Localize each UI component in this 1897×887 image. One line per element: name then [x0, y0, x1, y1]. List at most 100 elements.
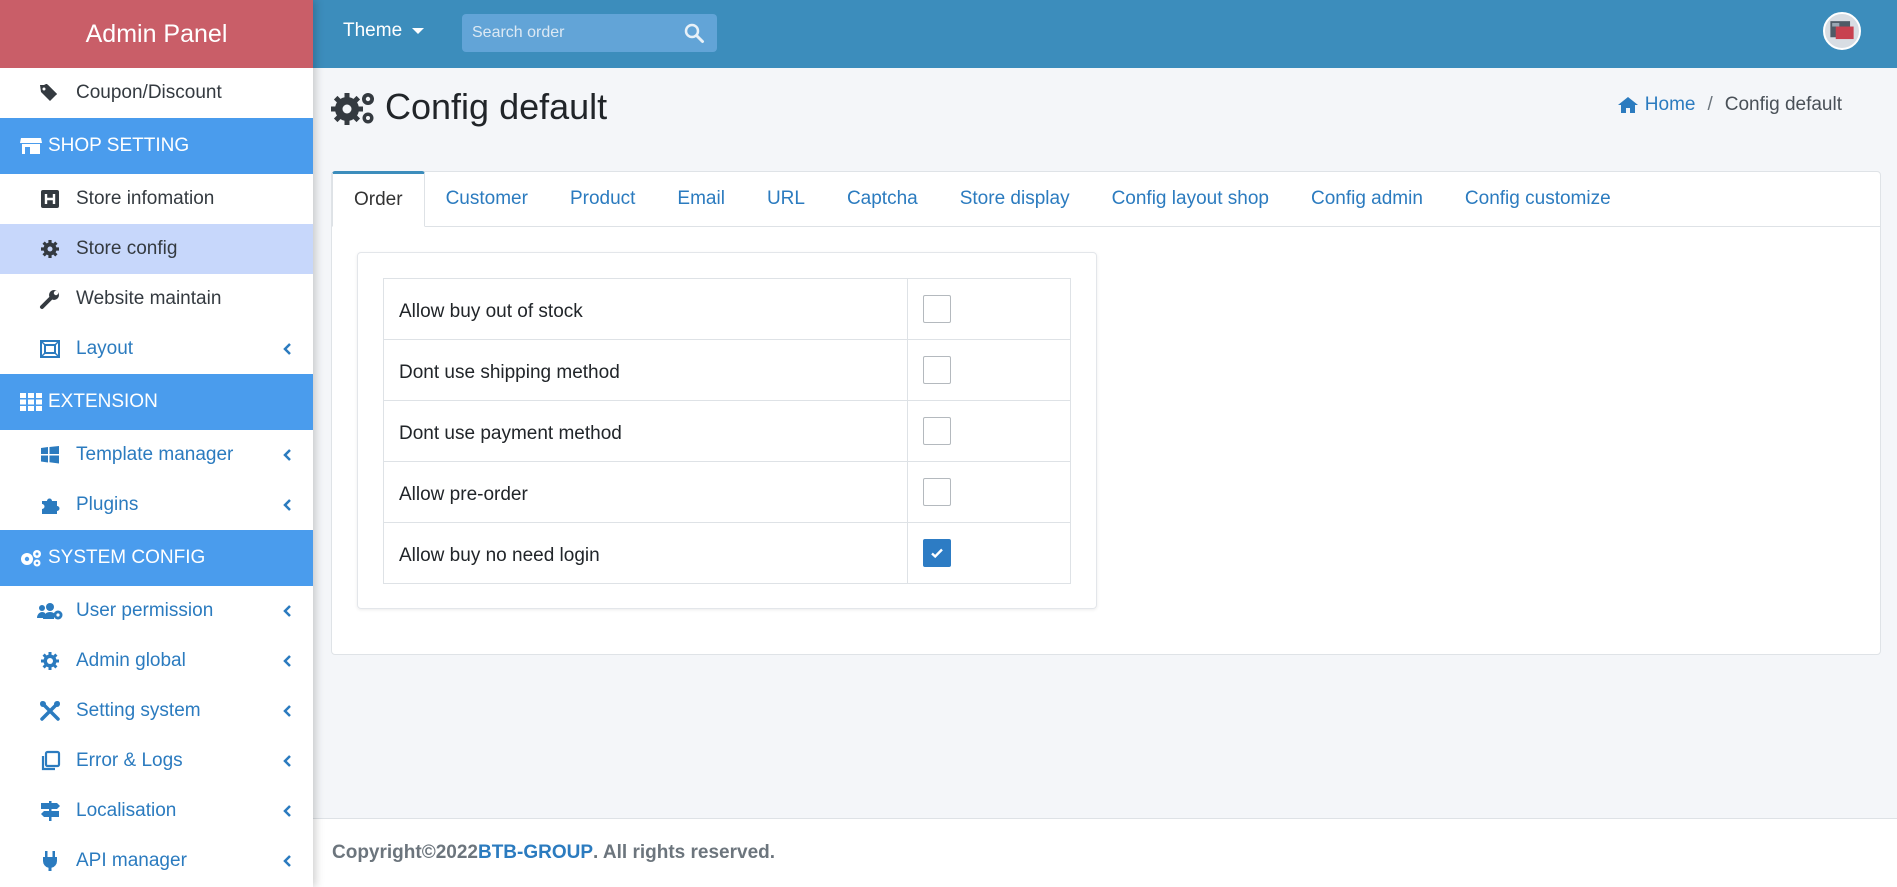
breadcrumb-home-label: Home: [1644, 94, 1696, 115]
sidebar-item-localisation[interactable]: Localisation: [0, 786, 313, 836]
sidebar-item-label: Website maintain: [76, 288, 222, 309]
signs-icon: [36, 799, 64, 823]
tab-captcha[interactable]: Captcha: [826, 171, 939, 226]
sidebar-item-label: API manager: [76, 850, 187, 871]
sidebar-item-admin-global[interactable]: Admin global: [0, 636, 313, 686]
sidebar-item-setting-system[interactable]: Setting system: [0, 686, 313, 736]
table-row: Dont use payment method: [383, 400, 1071, 462]
page-title: Config default: [331, 86, 607, 128]
footer-rights: . All rights reserved.: [593, 842, 776, 863]
chevron-left-icon: [283, 755, 291, 767]
section-header-shop-setting: SHOP SETTING: [0, 118, 313, 174]
tab-customer[interactable]: Customer: [425, 171, 549, 226]
gear-icon: [36, 237, 64, 261]
tab-url[interactable]: URL: [746, 171, 826, 226]
sidebar-item-layout[interactable]: Layout: [0, 324, 313, 374]
search-box: [462, 14, 717, 52]
dont-use-shipping-method-checkbox[interactable]: [923, 356, 951, 384]
sidebar-item-plugins[interactable]: Plugins: [0, 480, 313, 530]
sidebar-item-error-logs[interactable]: Error & Logs: [0, 736, 313, 786]
section-header-extension: EXTENSION: [0, 374, 313, 430]
caret-down-icon: [412, 28, 425, 34]
footer-brand-link[interactable]: BTB-GROUP: [478, 842, 593, 864]
sidebar-item-label: Store config: [76, 238, 178, 259]
brand-title[interactable]: Admin Panel: [0, 0, 313, 68]
tab-config-admin[interactable]: Config admin: [1290, 171, 1444, 226]
sidebar-item-label: Setting system: [76, 700, 201, 721]
chevron-left-icon: [283, 655, 291, 667]
chevron-left-icon: [283, 343, 291, 355]
breadcrumb-current: Config default: [1724, 94, 1842, 115]
windows-icon: [36, 443, 64, 467]
allow-buy-out-of-stock-checkbox[interactable]: [923, 295, 951, 323]
user-avatar[interactable]: [1823, 12, 1861, 50]
section-header-label: EXTENSION: [48, 391, 158, 412]
breadcrumb-separator: /: [1707, 94, 1713, 115]
sidebar-item-store-config[interactable]: Store config: [0, 224, 313, 274]
h-square-icon: [36, 187, 64, 211]
store-icon: [18, 135, 44, 157]
sidebar-item-coupon-discount[interactable]: Coupon/Discount: [0, 68, 313, 118]
search-input[interactable]: [462, 24, 677, 42]
wrench-icon: [36, 287, 64, 311]
section-header-system-config: SYSTEM CONFIG: [0, 530, 313, 586]
dont-use-payment-method-checkbox[interactable]: [923, 417, 951, 445]
sidebar-item-label: Admin global: [76, 650, 186, 671]
breadcrumb-home-link[interactable]: Home: [1617, 94, 1696, 116]
tab-store-display[interactable]: Store display: [939, 171, 1091, 226]
tools-icon: [36, 699, 64, 723]
table-row: Allow pre-order: [383, 461, 1071, 523]
tab-product[interactable]: Product: [549, 171, 656, 226]
cogs-icon: [331, 93, 374, 125]
table-row: Dont use shipping method: [383, 339, 1071, 401]
option-label: Allow buy out of stock: [383, 278, 908, 340]
puzzle-icon: [36, 493, 64, 517]
order-options-table: Allow buy out of stock Dont use shipping…: [383, 278, 1071, 584]
chevron-left-icon: [283, 499, 291, 511]
users-cog-icon: [36, 599, 64, 623]
copy-icon: [36, 749, 64, 773]
option-label: Allow buy no need login: [383, 522, 908, 584]
sidebar-item-label: Layout: [76, 338, 134, 359]
avatar-image: [1830, 21, 1854, 40]
tab-email[interactable]: Email: [656, 171, 746, 226]
sidebar-item-store-infomation[interactable]: Store infomation: [0, 174, 313, 224]
sidebar-item-api-manager[interactable]: API manager: [0, 836, 313, 886]
tab-config-customize[interactable]: Config customize: [1444, 171, 1632, 226]
sidebar-item-label: Store infomation: [76, 188, 215, 209]
page-title-text: Config default: [385, 86, 608, 127]
sidebar-item-user-permission[interactable]: User permission: [0, 586, 313, 636]
footer: Copyright©2022 BTB-GROUP . All rights re…: [313, 818, 1897, 887]
top-navbar: Theme: [313, 0, 1897, 68]
sidebar-item-template-manager[interactable]: Template manager: [0, 430, 313, 480]
tags-icon: [36, 81, 64, 105]
theme-label: Theme: [343, 20, 403, 41]
cogs-icon: [18, 547, 44, 569]
section-header-label: SYSTEM CONFIG: [48, 547, 206, 568]
table-row: Allow buy no need login: [383, 522, 1071, 584]
chevron-left-icon: [283, 449, 291, 461]
option-label: Dont use payment method: [383, 400, 908, 462]
tab-order[interactable]: Order: [332, 171, 425, 227]
breadcrumb: Home / Config default: [1617, 94, 1842, 116]
order-options-box: Allow buy out of stock Dont use shipping…: [357, 252, 1097, 609]
sidebar-item-label: Error & Logs: [76, 750, 183, 771]
config-card: Order Customer Product Email URL Captcha…: [331, 171, 1881, 655]
grid-icon: [18, 391, 44, 413]
allow-buy-no-need-login-checkbox[interactable]: [923, 539, 951, 567]
option-label: Dont use shipping method: [383, 339, 908, 401]
chevron-left-icon: [283, 855, 291, 867]
chevron-left-icon: [283, 605, 291, 617]
allow-pre-order-checkbox[interactable]: [923, 478, 951, 506]
sidebar-item-website-maintain[interactable]: Website maintain: [0, 274, 313, 324]
table-row: Allow buy out of stock: [383, 278, 1071, 340]
footer-copyright: Copyright©2022: [332, 842, 478, 863]
search-icon[interactable]: [683, 22, 705, 44]
sidebar: Admin Panel Coupon/Discount SHOP SETTING…: [0, 0, 313, 887]
sidebar-item-label: Coupon/Discount: [76, 82, 222, 103]
theme-dropdown[interactable]: Theme: [343, 20, 425, 42]
sidebar-item-label: Template manager: [76, 444, 234, 465]
chevron-left-icon: [283, 805, 291, 817]
tab-config-layout-shop[interactable]: Config layout shop: [1091, 171, 1290, 226]
sidebar-item-label: Plugins: [76, 494, 139, 515]
